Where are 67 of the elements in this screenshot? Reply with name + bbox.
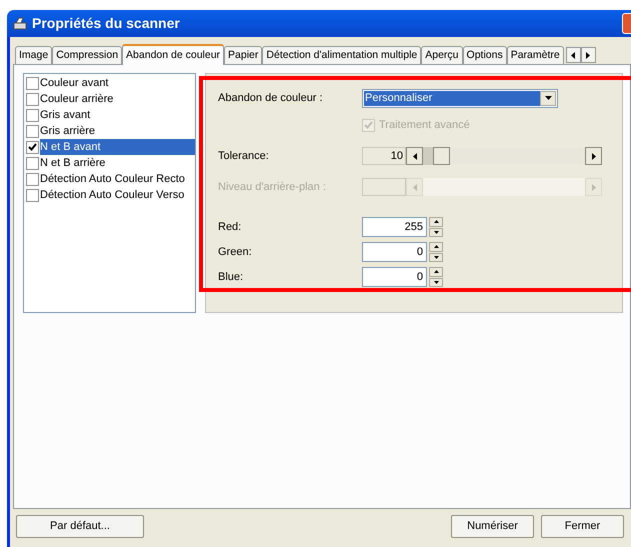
right-arrow-icon — [592, 152, 596, 160]
close-button[interactable] — [622, 13, 631, 34]
left-arrow-icon — [571, 52, 576, 58]
checkbox[interactable] — [26, 156, 39, 170]
checkbox[interactable] — [26, 188, 39, 202]
number-field[interactable]: 255 — [362, 217, 427, 237]
spin-buttons[interactable] — [429, 242, 443, 262]
up-arrow-icon — [434, 245, 438, 248]
field-label: Niveau d'arrière-plan : — [218, 180, 327, 195]
dialog-button[interactable]: Par défaut... — [16, 515, 144, 538]
scroll-right-button[interactable] — [580, 47, 596, 63]
checkbox-label: Traitement avancé — [379, 118, 470, 133]
field-label: Blue: — [218, 270, 244, 285]
check-icon — [364, 121, 373, 129]
spin-buttons[interactable] — [429, 217, 443, 237]
field-label: Green: — [218, 244, 253, 260]
tab[interactable]: Compression — [52, 46, 122, 64]
field-label: Red: — [218, 220, 242, 235]
scanner-icon — [12, 16, 28, 32]
left-arrow-icon — [412, 184, 416, 190]
right-arrow-icon — [586, 52, 590, 58]
check-icon — [28, 143, 37, 151]
down-arrow-icon — [434, 230, 438, 234]
tab[interactable]: Aperçu — [421, 46, 463, 64]
list-item[interactable]: N et B arrière — [40, 155, 195, 171]
tab[interactable]: Abandon de couleur — [122, 44, 224, 65]
list-item[interactable]: Gris avant — [40, 107, 195, 123]
number-field[interactable]: 0 — [362, 242, 427, 262]
checkbox[interactable] — [26, 124, 39, 138]
list-item[interactable]: Détection Auto Couleur Verso — [40, 187, 195, 203]
slider-thumb[interactable] — [432, 147, 450, 165]
checkbox[interactable] — [26, 172, 39, 186]
spin-buttons[interactable] — [429, 267, 443, 287]
slider[interactable] — [406, 147, 602, 165]
list-item[interactable]: Couleur arrière — [40, 91, 195, 107]
list-item[interactable]: Détection Auto Couleur Recto — [40, 171, 195, 187]
tab[interactable]: Options — [462, 46, 507, 64]
list-item[interactable]: Gris arrière — [40, 123, 195, 139]
field-label: Abandon de couleur : — [218, 90, 324, 106]
list-item[interactable]: Couleur avant — [40, 75, 195, 91]
tab[interactable]: Image — [15, 46, 52, 64]
value-field — [362, 178, 406, 196]
left-arrow-icon — [412, 152, 416, 160]
number-field[interactable]: 0 — [362, 267, 427, 287]
scroll-left-button[interactable] — [566, 47, 581, 63]
down-arrow-icon — [434, 256, 438, 259]
field-label: Tolerance: — [218, 148, 270, 164]
list-item[interactable]: N et B avant — [40, 139, 195, 155]
checkbox[interactable] — [26, 108, 39, 122]
tab[interactable]: Paramètre — [506, 46, 564, 64]
dropdown[interactable]: Personnaliser — [362, 88, 558, 108]
up-arrow-icon — [434, 220, 438, 224]
tab[interactable]: Détection d'alimentation multiple — [262, 46, 422, 64]
scroll-left-button[interactable] — [406, 147, 423, 165]
window-title: Propriétés du scanner — [32, 14, 180, 33]
checkbox[interactable] — [26, 92, 39, 106]
dropdown-arrow-icon — [544, 96, 552, 100]
up-arrow-icon — [434, 270, 438, 274]
value-field: 10 — [362, 147, 406, 165]
checkbox[interactable] — [26, 140, 39, 154]
scroll-right-button[interactable] — [585, 147, 602, 165]
dialog-button[interactable]: Fermer — [541, 515, 624, 538]
tab[interactable]: Papier — [224, 46, 262, 64]
right-arrow-icon — [592, 184, 596, 190]
checkbox[interactable] — [26, 76, 39, 90]
dialog-button[interactable]: Numériser — [451, 515, 534, 538]
down-arrow-icon — [434, 280, 438, 284]
